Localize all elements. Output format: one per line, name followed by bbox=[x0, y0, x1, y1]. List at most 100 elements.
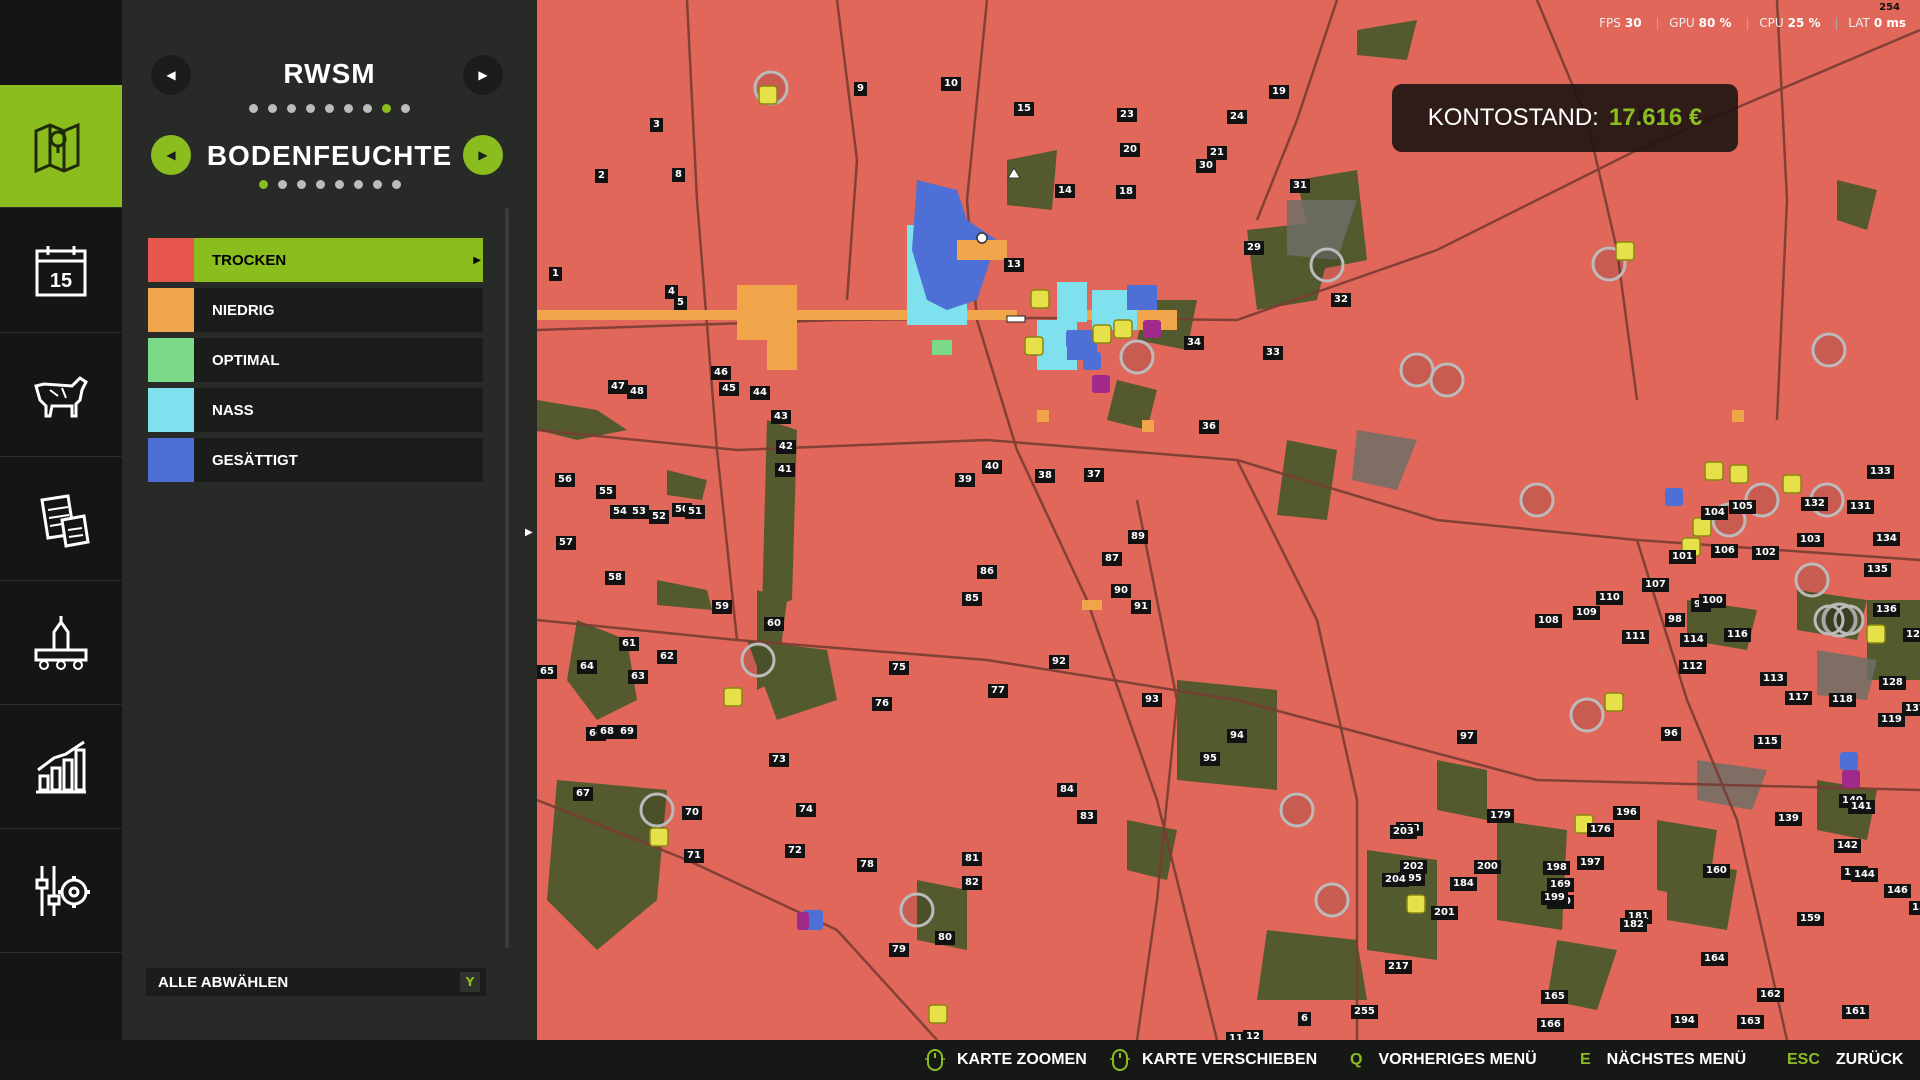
field-number-label[interactable]: 116 bbox=[1724, 628, 1751, 642]
field-number-label[interactable]: 12 bbox=[1243, 1030, 1263, 1040]
field-number-label[interactable]: 166 bbox=[1537, 1018, 1564, 1032]
field-number-label[interactable]: 36 bbox=[1199, 420, 1219, 434]
field-number-label[interactable]: 203 bbox=[1390, 825, 1417, 839]
field-number-label[interactable]: 160 bbox=[1703, 864, 1730, 878]
contracts-menu-button[interactable] bbox=[0, 458, 122, 581]
map-view[interactable]: 1234589101314151819202123242829303132333… bbox=[537, 0, 1920, 1040]
legend-scrollbar[interactable] bbox=[505, 208, 509, 948]
hint-pan-map[interactable]: KARTE VERSCHIEBEN bbox=[1110, 1040, 1317, 1080]
field-number-label[interactable]: 102 bbox=[1752, 546, 1779, 560]
field-number-label[interactable]: 79 bbox=[889, 943, 909, 957]
field-number-label[interactable]: 30 bbox=[1196, 159, 1216, 173]
hint-next-menu[interactable]: E NÄCHSTES MENÜ bbox=[1580, 1040, 1746, 1080]
field-number-label[interactable]: 179 bbox=[1487, 809, 1514, 823]
field-number-label[interactable]: 110 bbox=[1596, 591, 1623, 605]
settings-menu-button[interactable] bbox=[0, 830, 122, 953]
field-number-label[interactable]: 144 bbox=[1851, 868, 1878, 882]
hint-back[interactable]: ESC ZURÜCK bbox=[1787, 1040, 1903, 1080]
field-number-label[interactable]: 92 bbox=[1049, 655, 1069, 669]
field-number-label[interactable]: 156 bbox=[1909, 901, 1920, 915]
production-menu-button[interactable] bbox=[0, 582, 122, 705]
field-number-label[interactable]: 142 bbox=[1834, 839, 1861, 853]
category-next-button[interactable]: ▶ bbox=[463, 55, 503, 95]
field-number-label[interactable]: 165 bbox=[1541, 990, 1568, 1004]
field-number-label[interactable]: 29 bbox=[1244, 241, 1264, 255]
page-dot[interactable] bbox=[258, 180, 268, 189]
field-number-label[interactable]: 101 bbox=[1669, 550, 1696, 564]
field-number-label[interactable]: 87 bbox=[1102, 552, 1122, 566]
field-number-label[interactable]: 94 bbox=[1227, 729, 1247, 743]
field-number-label[interactable]: 164 bbox=[1701, 952, 1728, 966]
field-number-label[interactable]: 62 bbox=[657, 650, 677, 664]
field-number-label[interactable]: 34 bbox=[1184, 336, 1204, 350]
page-dot[interactable] bbox=[334, 180, 344, 189]
field-number-label[interactable]: 6 bbox=[1298, 1012, 1311, 1026]
field-number-label[interactable]: 85 bbox=[962, 592, 982, 606]
field-number-label[interactable]: 117 bbox=[1785, 691, 1812, 705]
legend-item-niedrig[interactable]: NIEDRIG bbox=[148, 288, 483, 332]
field-number-label[interactable]: 15 bbox=[1014, 102, 1034, 116]
field-number-label[interactable]: 13 bbox=[1004, 258, 1024, 272]
field-number-label[interactable]: 72 bbox=[785, 844, 805, 858]
field-number-label[interactable]: 93 bbox=[1142, 693, 1162, 707]
field-number-label[interactable]: 197 bbox=[1577, 856, 1604, 870]
field-number-label[interactable]: 44 bbox=[750, 386, 770, 400]
field-number-label[interactable]: 1 bbox=[549, 267, 562, 281]
field-number-label[interactable]: 182 bbox=[1620, 918, 1647, 932]
field-number-label[interactable]: 113 bbox=[1760, 672, 1787, 686]
field-number-label[interactable]: 33 bbox=[1263, 346, 1283, 360]
field-number-label[interactable]: 32 bbox=[1331, 293, 1351, 307]
field-number-label[interactable]: 54 bbox=[610, 505, 630, 519]
field-number-label[interactable]: 108 bbox=[1535, 614, 1562, 628]
field-number-label[interactable]: 65 bbox=[537, 665, 557, 679]
field-number-label[interactable]: 106 bbox=[1711, 544, 1738, 558]
field-number-label[interactable]: 60 bbox=[764, 617, 784, 631]
field-number-label[interactable]: 134 bbox=[1873, 532, 1900, 546]
field-number-label[interactable]: 100 bbox=[1699, 594, 1726, 608]
field-number-label[interactable]: 109 bbox=[1573, 606, 1600, 620]
field-number-label[interactable]: 48 bbox=[627, 385, 647, 399]
field-number-label[interactable]: 59 bbox=[712, 600, 732, 614]
field-number-label[interactable]: 139 bbox=[1775, 812, 1802, 826]
field-number-label[interactable]: 47 bbox=[608, 380, 628, 394]
field-number-label[interactable]: 24 bbox=[1227, 110, 1247, 124]
field-number-label[interactable]: 38 bbox=[1035, 469, 1055, 483]
page-dot[interactable] bbox=[296, 180, 306, 189]
field-number-label[interactable]: 78 bbox=[857, 858, 877, 872]
field-number-label[interactable]: 184 bbox=[1450, 877, 1477, 891]
field-number-label[interactable]: 196 bbox=[1613, 806, 1640, 820]
field-number-label[interactable]: 18 bbox=[1116, 185, 1136, 199]
field-number-label[interactable]: 104 bbox=[1701, 506, 1728, 520]
field-number-label[interactable]: 129 bbox=[1903, 628, 1920, 642]
field-number-label[interactable]: 201 bbox=[1431, 906, 1458, 920]
field-number-label[interactable]: 71 bbox=[684, 849, 704, 863]
page-dot[interactable] bbox=[315, 180, 325, 189]
field-number-label[interactable]: 114 bbox=[1680, 633, 1707, 647]
field-number-label[interactable]: 56 bbox=[555, 473, 575, 487]
legend-item-gesättigt[interactable]: GESÄTTIGT bbox=[148, 438, 483, 482]
field-number-label[interactable]: 89 bbox=[1128, 530, 1148, 544]
field-number-label[interactable]: 119 bbox=[1878, 713, 1905, 727]
statistics-menu-button[interactable] bbox=[0, 706, 122, 829]
field-number-label[interactable]: 76 bbox=[872, 697, 892, 711]
field-number-label[interactable]: 61 bbox=[619, 637, 639, 651]
field-number-label[interactable]: 162 bbox=[1757, 988, 1784, 1002]
field-number-label[interactable]: 112 bbox=[1679, 660, 1706, 674]
page-dot[interactable] bbox=[401, 104, 410, 113]
field-number-label[interactable]: 176 bbox=[1587, 823, 1614, 837]
field-number-label[interactable]: 98 bbox=[1665, 613, 1685, 627]
calendar-menu-button[interactable]: 15 bbox=[0, 210, 122, 333]
field-number-label[interactable]: 55 bbox=[596, 485, 616, 499]
field-number-label[interactable]: 20 bbox=[1120, 143, 1140, 157]
page-dot[interactable] bbox=[353, 180, 363, 189]
field-number-label[interactable]: 91 bbox=[1131, 600, 1151, 614]
field-number-label[interactable]: 80 bbox=[935, 931, 955, 945]
field-number-label[interactable]: 46 bbox=[711, 366, 731, 380]
field-number-label[interactable]: 84 bbox=[1057, 783, 1077, 797]
page-dot[interactable] bbox=[268, 104, 277, 113]
field-number-label[interactable]: 83 bbox=[1077, 810, 1097, 824]
field-number-label[interactable]: 132 bbox=[1801, 497, 1828, 511]
field-number-label[interactable]: 103 bbox=[1797, 533, 1824, 547]
field-number-label[interactable]: 255 bbox=[1351, 1005, 1378, 1019]
field-number-label[interactable]: 199 bbox=[1541, 891, 1568, 905]
